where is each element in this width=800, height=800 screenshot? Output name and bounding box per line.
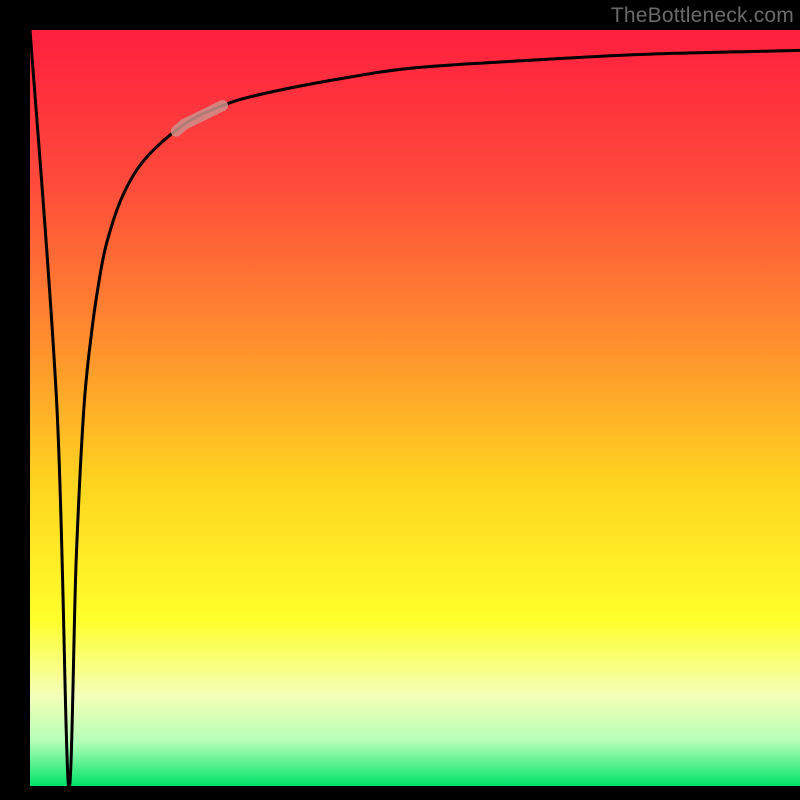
bottleneck-curve (30, 30, 800, 786)
watermark-text: TheBottleneck.com (611, 4, 794, 28)
curve-layer (30, 30, 800, 786)
curve-highlight-segment (176, 106, 222, 132)
plot-area (30, 30, 800, 786)
chart-stage: TheBottleneck.com (0, 0, 800, 800)
